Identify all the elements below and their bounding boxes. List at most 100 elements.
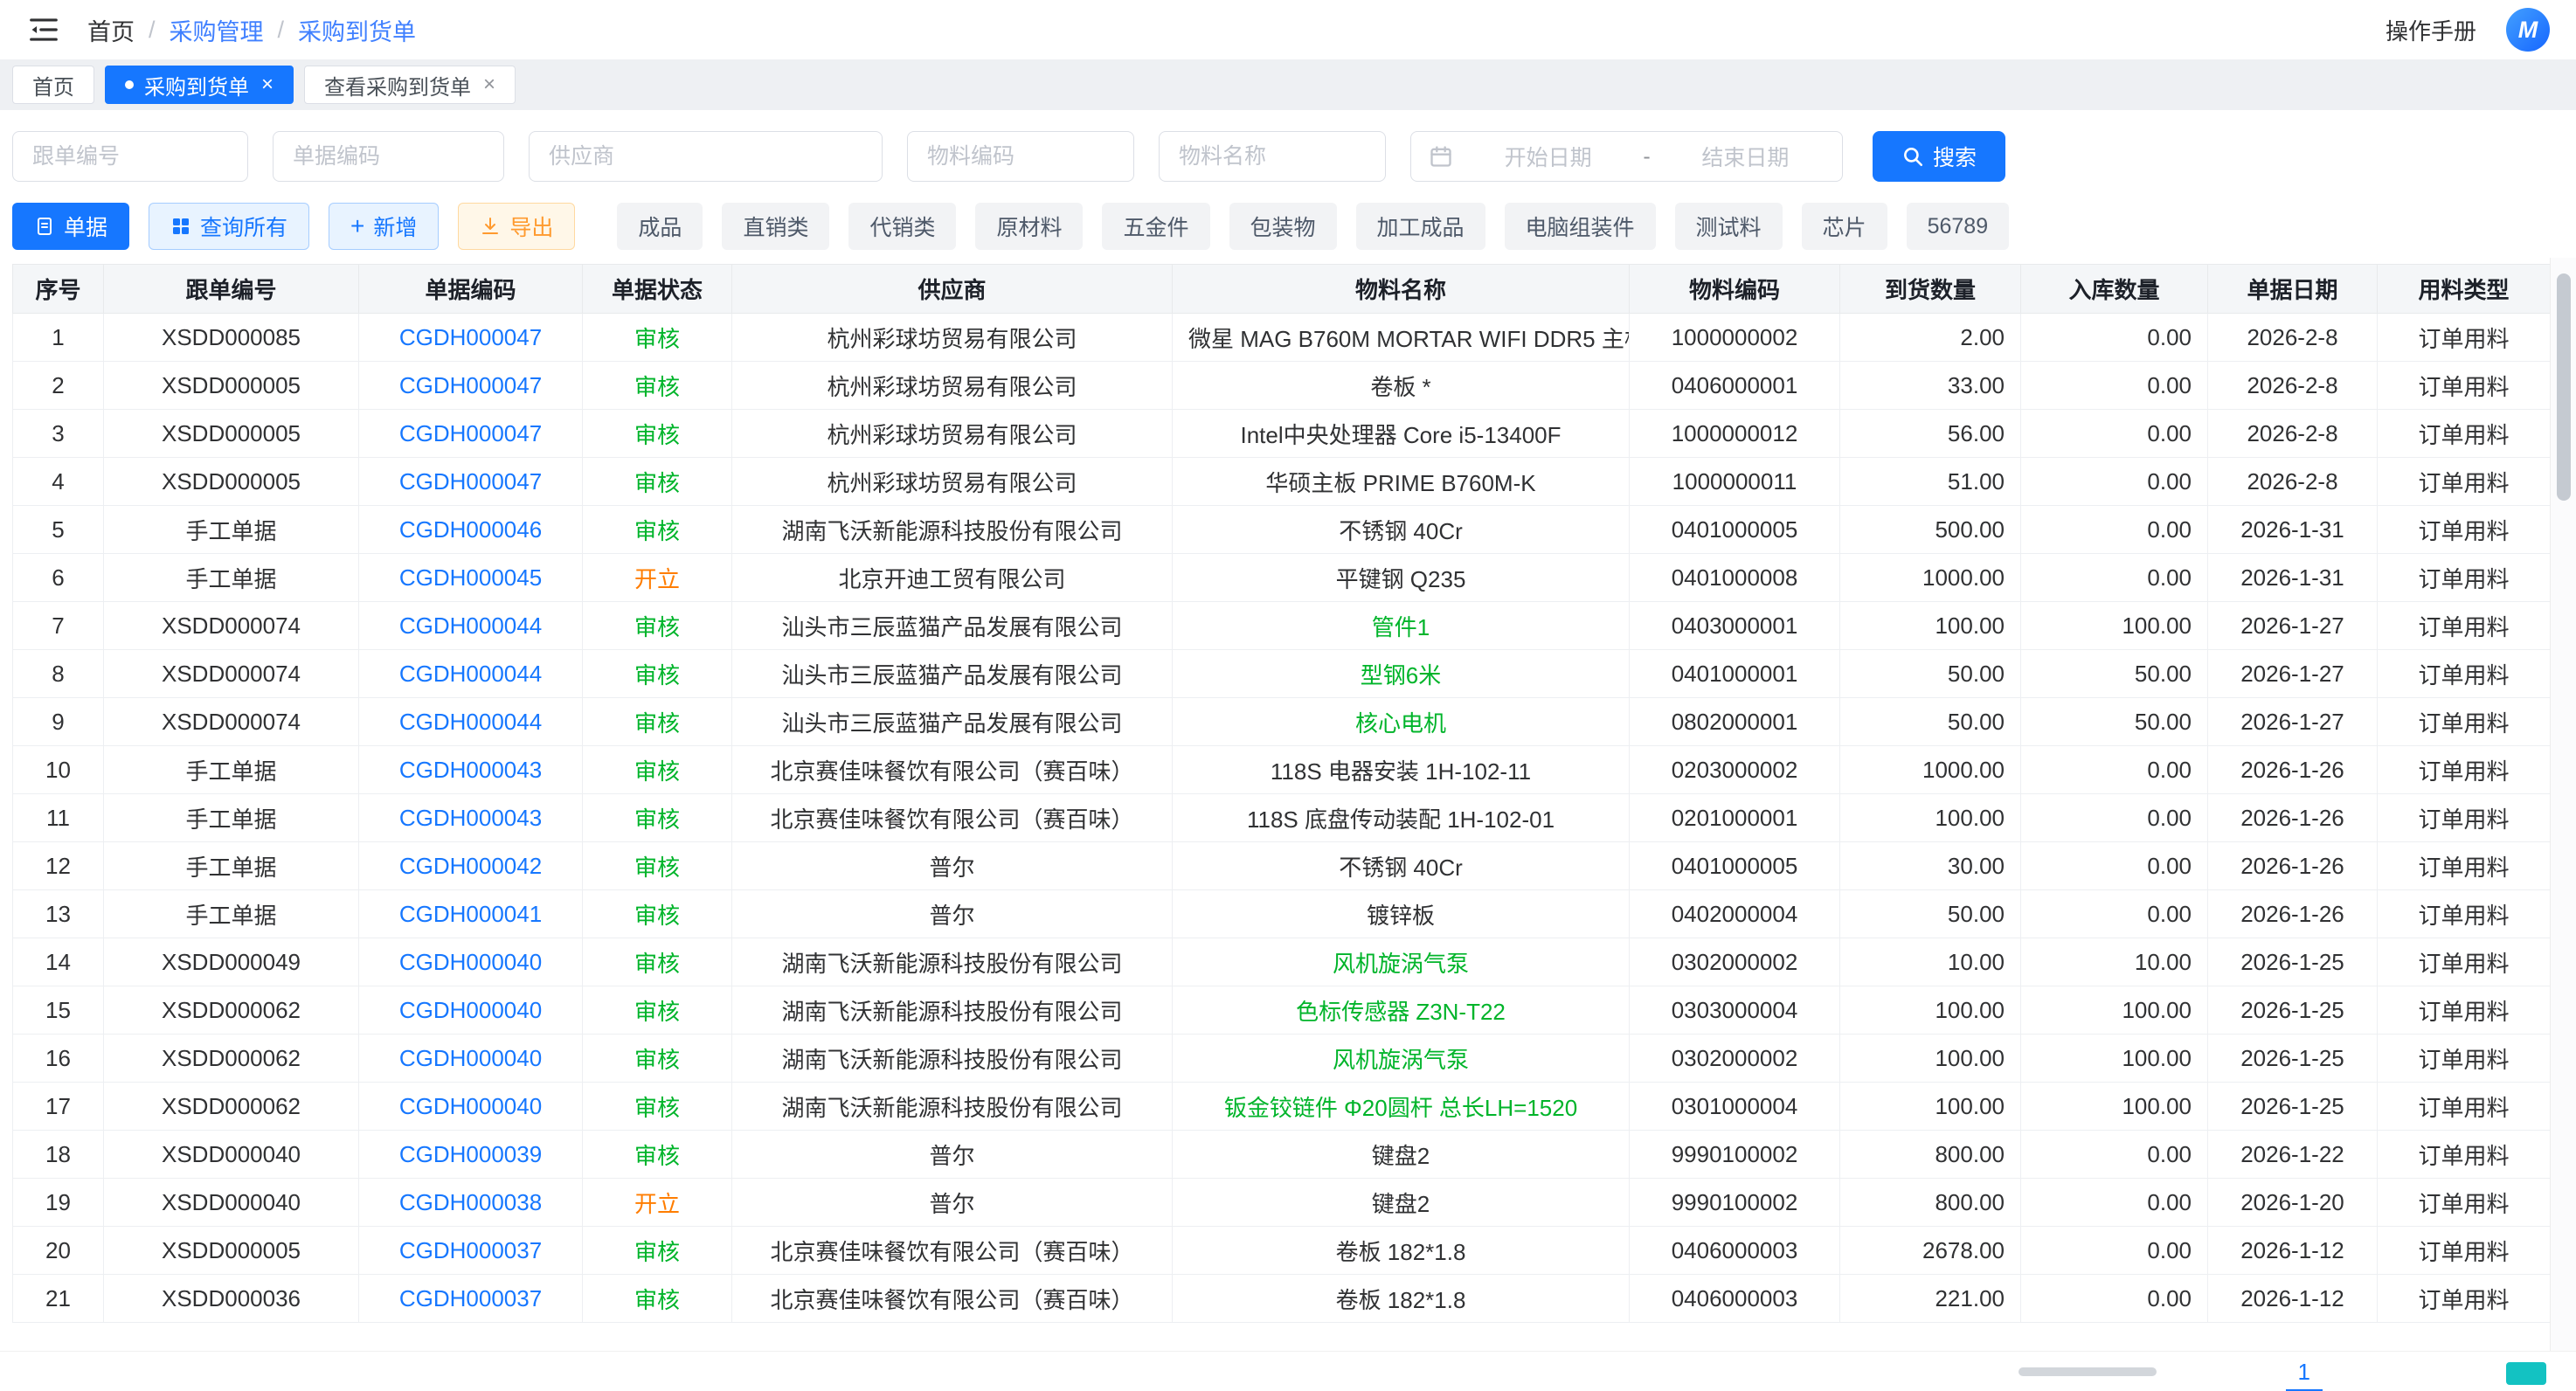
table-row[interactable]: 14XSDD000049CGDH000040审核湖南飞沃新能源科技股份有限公司风… (13, 938, 2551, 986)
table-row[interactable]: 13手工单据CGDH000041审核普尔镀锌板040200000450.000.… (13, 890, 2551, 938)
table-row[interactable]: 8XSDD000074CGDH000044审核汕头市三辰蓝猫产品发展有限公司型钢… (13, 650, 2551, 698)
horizontal-scrollbar-thumb[interactable] (2019, 1367, 2157, 1376)
table-row[interactable]: 16XSDD000062CGDH000040审核湖南飞沃新能源科技股份有限公司风… (13, 1035, 2551, 1083)
doc-code-link[interactable]: CGDH000047 (399, 420, 542, 446)
cell-supplier: 湖南飞沃新能源科技股份有限公司 (732, 1083, 1173, 1131)
cell-follow-no: 手工单据 (104, 890, 359, 938)
table-row[interactable]: 21XSDD000036CGDH000037审核北京赛佳味餐饮有限公司（赛百味）… (13, 1275, 2551, 1323)
doc-code-link[interactable]: CGDH000040 (399, 1093, 542, 1119)
category-button[interactable]: 直销类 (722, 203, 829, 250)
doc-code-link[interactable]: CGDH000037 (399, 1237, 542, 1263)
cell-supplier: 北京开迪工贸有限公司 (732, 554, 1173, 602)
cell-supplier: 北京赛佳味餐饮有限公司（赛百味） (732, 1227, 1173, 1275)
table-row[interactable]: 7XSDD000074CGDH000044审核汕头市三辰蓝猫产品发展有限公司管件… (13, 602, 2551, 650)
vertical-scrollbar-thumb[interactable] (2557, 273, 2571, 501)
table-row[interactable]: 3XSDD000005CGDH000047审核杭州彩球坊贸易有限公司Intel中… (13, 410, 2551, 458)
tab-item[interactable]: 查看采购到货单× (304, 66, 516, 104)
doc-code-link[interactable]: CGDH000039 (399, 1141, 542, 1167)
table-row[interactable]: 19XSDD000040CGDH000038开立普尔键盘299901000028… (13, 1179, 2551, 1227)
material-name-input[interactable] (1159, 131, 1386, 182)
doc-code-input[interactable] (273, 131, 504, 182)
doc-code-link[interactable]: CGDH000043 (399, 757, 542, 783)
cell-supplier: 湖南飞沃新能源科技股份有限公司 (732, 938, 1173, 986)
material-code-input[interactable] (907, 131, 1134, 182)
query-all-button[interactable]: 查询所有 (149, 203, 309, 250)
end-date-placeholder[interactable]: 结束日期 (1666, 141, 1825, 172)
menu-collapse-icon[interactable] (26, 12, 61, 47)
doc-code-link[interactable]: CGDH000044 (399, 612, 542, 639)
table-row[interactable]: 18XSDD000040CGDH000039审核普尔键盘299901000028… (13, 1131, 2551, 1179)
cell-material-name: 型钢6米 (1173, 650, 1630, 698)
cell-row-number: 12 (13, 842, 104, 890)
tab-close-icon[interactable]: × (261, 73, 274, 97)
cell-doc-code: CGDH000037 (359, 1275, 583, 1323)
cell-doc-status: 审核 (583, 1083, 732, 1131)
category-button[interactable]: 原材料 (975, 203, 1083, 250)
tab-active[interactable]: 采购到货单× (105, 66, 294, 104)
pagination-current-page[interactable]: 1 (2286, 1359, 2323, 1391)
vertical-scrollbar[interactable] (2550, 258, 2576, 1351)
table-row[interactable]: 15XSDD000062CGDH000040审核湖南飞沃新能源科技股份有限公司色… (13, 986, 2551, 1035)
cell-material-code: 0401000001 (1630, 650, 1840, 698)
doc-code-link[interactable]: CGDH000047 (399, 324, 542, 350)
avatar[interactable]: M (2506, 8, 2550, 52)
cell-row-number: 5 (13, 506, 104, 554)
category-button[interactable]: 电脑组装件 (1505, 203, 1656, 250)
breadcrumb-current-page[interactable]: 采购到货单 (298, 13, 416, 47)
category-button[interactable]: 五金件 (1102, 203, 1209, 250)
table-row[interactable]: 2XSDD000005CGDH000047审核杭州彩球坊贸易有限公司卷板 *04… (13, 362, 2551, 410)
doc-code-link[interactable]: CGDH000047 (399, 468, 542, 495)
category-button[interactable]: 成品 (617, 203, 703, 250)
category-button[interactable]: 测试料 (1675, 203, 1783, 250)
add-button[interactable]: + 新增 (329, 203, 439, 250)
doc-code-link[interactable]: CGDH000044 (399, 709, 542, 735)
category-button[interactable]: 芯片 (1802, 203, 1887, 250)
search-button[interactable]: 搜索 (1873, 131, 2005, 182)
category-button[interactable]: 包装物 (1229, 203, 1337, 250)
doc-code-link[interactable]: CGDH000044 (399, 661, 542, 687)
doc-code-link[interactable]: CGDH000037 (399, 1285, 542, 1311)
table-row[interactable]: 12手工单据CGDH000042审核普尔不锈钢 40Cr040100000530… (13, 842, 2551, 890)
table-row[interactable]: 11手工单据CGDH000043审核北京赛佳味餐饮有限公司（赛百味）118S 底… (13, 794, 2551, 842)
doc-code-link[interactable]: CGDH000046 (399, 516, 542, 543)
doc-code-link[interactable]: CGDH000047 (399, 372, 542, 398)
doc-code-link[interactable]: CGDH000042 (399, 853, 542, 879)
table-row[interactable]: 20XSDD000005CGDH000037审核北京赛佳味餐饮有限公司（赛百味）… (13, 1227, 2551, 1275)
tab-item[interactable]: 首页 (12, 66, 94, 104)
table-row[interactable]: 1XSDD000085CGDH000047审核杭州彩球坊贸易有限公司微星 MAG… (13, 314, 2551, 362)
category-button[interactable]: 加工成品 (1356, 203, 1485, 250)
table-row[interactable]: 4XSDD000005CGDH000047审核杭州彩球坊贸易有限公司华硕主板 P… (13, 458, 2551, 506)
cell-follow-no: 手工单据 (104, 506, 359, 554)
category-button[interactable]: 代销类 (848, 203, 956, 250)
follow-no-input[interactable] (12, 131, 248, 182)
cell-inbound-qty: 0.00 (2021, 1275, 2208, 1323)
tab-close-icon[interactable]: × (483, 73, 495, 97)
supplier-input[interactable] (529, 131, 883, 182)
doc-code-link[interactable]: CGDH000041 (399, 901, 542, 927)
table-row[interactable]: 9XSDD000074CGDH000044审核汕头市三辰蓝猫产品发展有限公司核心… (13, 698, 2551, 746)
doc-code-link[interactable]: CGDH000040 (399, 949, 542, 975)
cell-doc-status: 审核 (583, 314, 732, 362)
export-button[interactable]: 导出 (458, 203, 575, 250)
start-date-placeholder[interactable]: 开始日期 (1469, 141, 1627, 172)
cell-arrival-qty: 50.00 (1840, 650, 2021, 698)
column-header: 序号 (13, 265, 104, 314)
breadcrumb-purchase-mgmt[interactable]: 采购管理 (170, 13, 264, 47)
doc-code-link[interactable]: CGDH000045 (399, 564, 542, 591)
category-button[interactable]: 56789 (1907, 203, 2010, 250)
table-row[interactable]: 17XSDD000062CGDH000040审核湖南飞沃新能源科技股份有限公司钣… (13, 1083, 2551, 1131)
cell-supplier: 杭州彩球坊贸易有限公司 (732, 458, 1173, 506)
cell-doc-status: 审核 (583, 458, 732, 506)
date-range-picker[interactable]: 开始日期 - 结束日期 (1410, 131, 1843, 182)
document-button[interactable]: 单据 (12, 203, 129, 250)
operation-manual-link[interactable]: 操作手册 (2386, 14, 2476, 46)
doc-code-link[interactable]: CGDH000043 (399, 805, 542, 831)
table-row[interactable]: 6手工单据CGDH000045开立北京开迪工贸有限公司平键钢 Q23504010… (13, 554, 2551, 602)
doc-code-link[interactable]: CGDH000040 (399, 1045, 542, 1071)
table-row[interactable]: 10手工单据CGDH000043审核北京赛佳味餐饮有限公司（赛百味）118S 电… (13, 746, 2551, 794)
table-row[interactable]: 5手工单据CGDH000046审核湖南飞沃新能源科技股份有限公司不锈钢 40Cr… (13, 506, 2551, 554)
bottom-corner-button[interactable] (2506, 1362, 2546, 1385)
doc-code-link[interactable]: CGDH000040 (399, 997, 542, 1023)
breadcrumb-home[interactable]: 首页 (87, 13, 135, 47)
doc-code-link[interactable]: CGDH000038 (399, 1189, 542, 1215)
